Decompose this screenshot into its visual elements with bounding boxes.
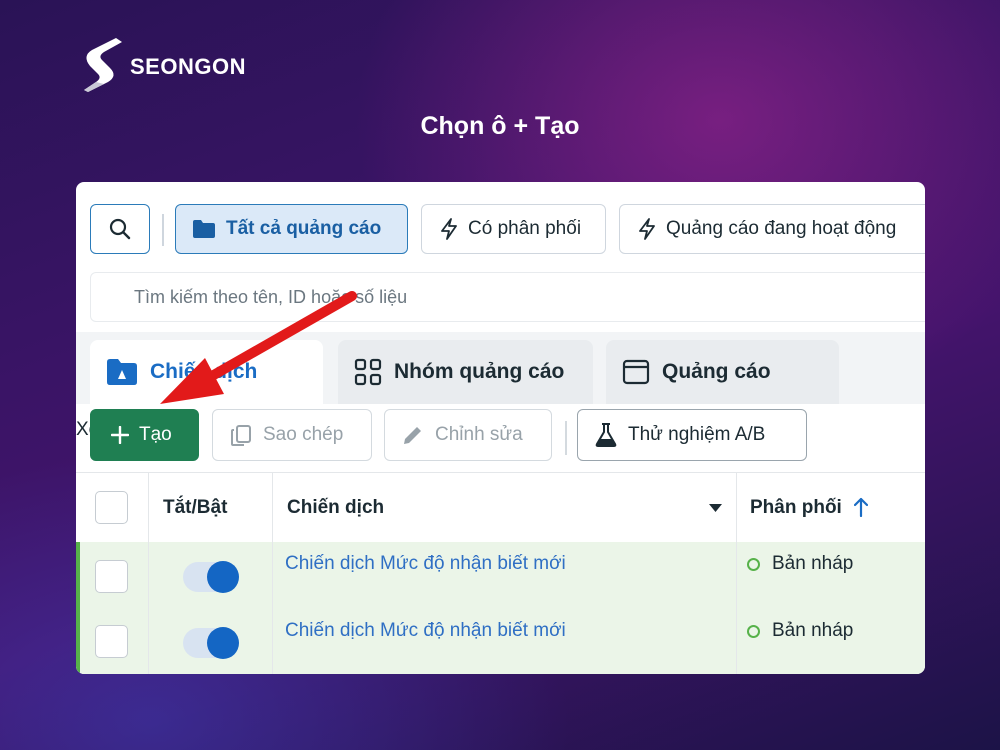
tab-ads[interactable]: Quảng cáo bbox=[606, 340, 839, 404]
delivery-status: Bản nháp bbox=[747, 553, 853, 575]
tab-ads-label: Quảng cáo bbox=[662, 360, 771, 383]
filter-divider bbox=[162, 214, 164, 246]
seongon-logo-icon bbox=[84, 38, 122, 92]
flask-icon bbox=[594, 422, 618, 448]
campaign-folder-icon bbox=[106, 358, 138, 386]
sort-arrow-up-icon[interactable] bbox=[854, 497, 868, 517]
chip-has-delivery-label: Có phân phối bbox=[468, 218, 582, 239]
chip-all-ads-label: Tất cả quảng cáo bbox=[226, 218, 382, 239]
pencil-icon bbox=[401, 423, 425, 447]
duplicate-button-label: Sao chép bbox=[263, 424, 344, 445]
edit-button-label: Chỉnh sửa bbox=[435, 424, 523, 445]
duplicate-button[interactable]: Sao chép bbox=[212, 409, 372, 461]
brand-name: SEONGON bbox=[130, 54, 246, 79]
header-delivery[interactable]: Phân phối bbox=[750, 473, 842, 543]
lightning-icon bbox=[638, 218, 656, 240]
delivery-status-label: Bản nháp bbox=[772, 620, 854, 641]
edit-button[interactable]: Chỉnh sửa bbox=[384, 409, 552, 461]
select-all-checkbox[interactable] bbox=[95, 491, 128, 524]
row-status-bar bbox=[76, 542, 80, 610]
table-row[interactable]: Chiến dịch Mức độ nhận biết mới Bản nháp bbox=[76, 542, 925, 610]
ab-test-button-label: Thử nghiệm A/B bbox=[628, 424, 766, 445]
action-toolbar: Tạo Sao chép Chỉnh sửa Thử nghiệm A/B bbox=[76, 404, 925, 472]
chip-active-ads-label: Quảng cáo đang hoạt động bbox=[666, 218, 897, 239]
toggle-knob bbox=[207, 561, 239, 593]
toggle-knob bbox=[207, 627, 239, 659]
toolbar-divider bbox=[565, 421, 567, 455]
row-status-bar bbox=[76, 610, 80, 674]
chip-active-ads[interactable]: Quảng cáo đang hoạt động bbox=[619, 204, 925, 254]
header-campaign[interactable]: Chiến dịch bbox=[287, 473, 384, 543]
grid-icon bbox=[354, 358, 382, 386]
copy-icon bbox=[229, 423, 253, 447]
campaign-name-link[interactable]: Chiến dịch Mức độ nhận biết mới bbox=[285, 620, 566, 642]
header-toggle: Tắt/Bật bbox=[163, 497, 228, 518]
lightning-icon bbox=[440, 218, 458, 240]
delivery-status-label: Bản nháp bbox=[772, 553, 854, 574]
ads-manager-screenshot: Tất cả quảng cáo Có phân phối Quảng cáo … bbox=[76, 182, 925, 674]
campaign-toggle[interactable] bbox=[183, 627, 239, 659]
create-button-label: Tạo bbox=[139, 424, 172, 445]
brand: SEONGON bbox=[78, 36, 246, 94]
ad-window-icon bbox=[622, 358, 650, 386]
search-button[interactable] bbox=[90, 204, 150, 254]
column-divider bbox=[148, 472, 149, 674]
sort-caret-down-icon[interactable] bbox=[709, 504, 722, 512]
chip-has-delivery[interactable]: Có phân phối bbox=[421, 204, 606, 254]
campaign-toggle[interactable] bbox=[183, 561, 239, 593]
delivery-status: Bản nháp bbox=[747, 620, 853, 642]
column-divider bbox=[736, 472, 737, 674]
level-tabs: Chiến dịch Nhóm quảng cáo Quảng cáo bbox=[76, 332, 925, 404]
tab-campaigns-label: Chiến dịch bbox=[150, 360, 258, 383]
status-dot-icon bbox=[747, 557, 760, 571]
plus-icon bbox=[111, 426, 129, 444]
tab-ad-sets-label: Nhóm quảng cáo bbox=[394, 360, 565, 383]
table-header: Tắt/Bật Chiến dịch Phân phối bbox=[76, 472, 925, 544]
row-checkbox[interactable] bbox=[95, 625, 128, 658]
search-icon bbox=[109, 218, 131, 240]
campaign-name-link[interactable]: Chiến dịch Mức độ nhận biết mới bbox=[285, 553, 566, 575]
create-button[interactable]: Tạo bbox=[90, 409, 199, 461]
folder-icon bbox=[192, 219, 216, 239]
chip-all-ads[interactable]: Tất cả quảng cáo bbox=[175, 204, 408, 254]
ab-test-button[interactable]: Thử nghiệm A/B bbox=[577, 409, 807, 461]
page-headline: Chọn ô + Tạo bbox=[420, 112, 580, 140]
status-dot-icon bbox=[747, 624, 760, 638]
search-input[interactable] bbox=[90, 272, 925, 322]
table-row[interactable]: Chiến dịch Mức độ nhận biết mới Bản nháp bbox=[76, 610, 925, 674]
tab-campaigns[interactable]: Chiến dịch bbox=[90, 340, 323, 404]
tab-ad-sets[interactable]: Nhóm quảng cáo bbox=[338, 340, 593, 404]
column-divider bbox=[272, 472, 273, 674]
row-checkbox[interactable] bbox=[95, 560, 128, 593]
